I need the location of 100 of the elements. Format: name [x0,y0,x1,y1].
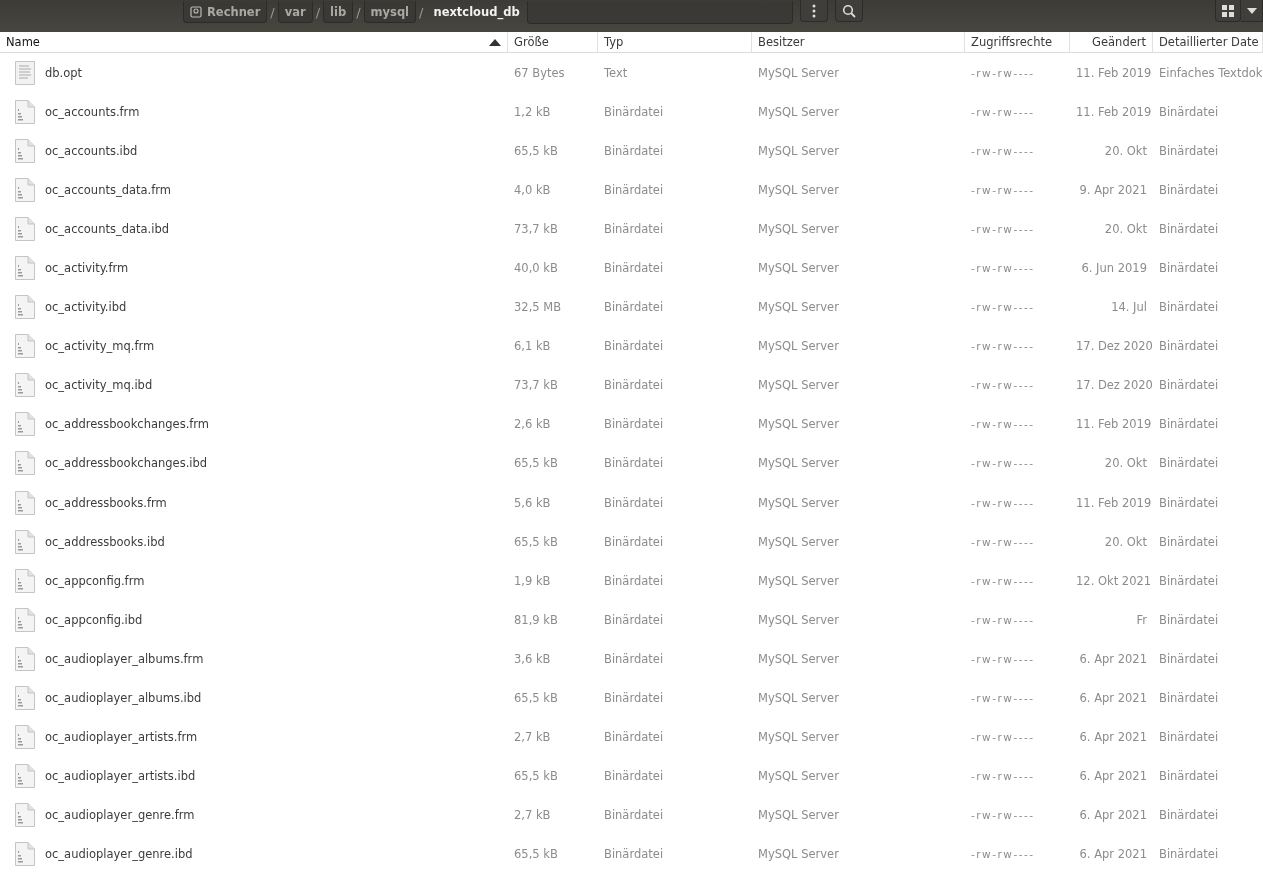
table-cell-text: -rw-rw---- [970,144,1036,157]
table-cell-text: -rw-rw---- [970,652,1036,665]
table-cell-text: MySQL Server [757,65,840,80]
table-cell-text: Binärdatei [1158,691,1220,706]
file-name: oc_audioplayer_genre.frm [45,808,195,823]
table-cell-text: 4,0 kB [513,182,552,197]
table-cell-text: Binärdatei [1158,534,1220,549]
path-separator: / [314,4,322,20]
binary-file-icon [15,412,35,437]
view-options-button[interactable] [1241,0,1263,22]
binary-file-icon [15,529,35,554]
view-button[interactable] [1215,0,1241,22]
path-segment[interactable]: nextcloud_db [426,1,527,23]
table-cell-text: 6. Apr 2021 [1078,847,1148,862]
table-cell-text: MySQL Server [757,769,840,784]
table-cell-text: Binärdatei [1158,612,1220,627]
table-cell-text: 1,2 kB [513,104,552,119]
table-cell-text: MySQL Server [757,417,840,432]
binary-file-icon [15,138,35,163]
search-button[interactable] [835,0,863,22]
table-cell-text: MySQL Server [757,182,840,197]
binary-file-icon [15,607,35,632]
table-cell-text: 6. Apr 2021 [1078,730,1148,745]
table-cell-text: 6. Jun 2019 [1080,261,1148,275]
table-cell-text: Binärdatei [603,143,665,158]
table-cell-text: 17. Dez 2020 [1075,339,1153,354]
table-cell-text: Binärdatei [603,534,665,549]
table-cell-text: -rw-rw---- [970,340,1036,353]
table-cell-text: Binärdatei [603,730,665,745]
table-cell-text: 5,6 kB [513,495,552,510]
path-segment[interactable]: var [277,1,313,23]
table-cell-text: 14. Jul [1110,300,1148,315]
table-cell-text: Binärdatei [1158,300,1220,315]
table-cell-text: 12. Okt 2021 [1075,573,1153,588]
table-cell-text: 2,7 kB [513,730,552,745]
table-cell-text: Binärdatei [603,847,665,862]
table-cell-text: -rw-rw---- [970,379,1036,392]
table-cell-text: 6. Apr 2021 [1078,651,1148,666]
table-cell-text: -rw-rw---- [970,222,1036,235]
file-name: oc_accounts_data.frm [45,182,171,197]
table-cell-text: 6. Apr 2021 [1078,691,1148,706]
table-cell-text: -rw-rw---- [970,809,1036,822]
path-segment[interactable]: mysql [363,1,417,23]
binary-file-icon [15,334,35,359]
table-cell-text: Binärdatei [603,456,665,471]
table-cell-text: 6,1 kB [513,339,552,354]
table-cell-text: 65,5 kB [513,847,559,862]
binary-file-icon [15,177,35,202]
path-separator: / [418,4,425,20]
table-cell-text: -rw-rw---- [970,105,1036,118]
table-cell-text: -rw-rw---- [970,183,1036,196]
binary-file-icon [15,99,35,124]
path-segment[interactable]: Rechner [183,1,268,23]
table-cell-text: MySQL Server [757,221,840,236]
binary-file-icon [15,686,35,711]
table-cell-text: Text [603,65,629,80]
file-name: oc_activity_mq.frm [45,339,155,354]
table-cell-text: 65,5 kB [513,769,559,784]
table-cell-text: 20. Okt [1103,534,1148,549]
table-cell-text: Binärdatei [1158,104,1220,119]
table-cell-text: -rw-rw---- [970,418,1036,431]
drive-icon [190,5,202,18]
table-cell-text: MySQL Server [757,691,840,706]
table-cell-text: 11. Feb 2019 [1075,495,1153,510]
table-cell-text: MySQL Server [757,847,840,862]
table-cell-text: 2,6 kB [513,417,552,432]
file-name: oc_activity_mq.ibd [45,378,153,393]
file-name: oc_audioplayer_artists.frm [45,730,198,745]
table-cell-text: Binärdatei [1158,847,1220,862]
table-cell-text: MySQL Server [757,573,840,588]
file-name: oc_addressbooks.frm [45,495,167,510]
binary-file-icon [15,568,35,593]
table-cell-text: Binärdatei [1158,808,1220,823]
file-name: oc_addressbookchanges.frm [45,417,210,432]
menu-button[interactable] [800,0,828,22]
file-name: oc_accounts.frm [45,104,140,119]
table-cell-text: 73,7 kB [513,221,559,236]
table-cell-text: Binärdatei [603,417,665,432]
table-cell-text: -rw-rw---- [970,301,1036,314]
table-cell-text: Binärdatei [603,182,665,197]
table-cell-text: 20. Okt [1103,143,1148,158]
file-name: oc_appconfig.frm [45,573,145,588]
table-cell-text: Binärdatei [603,221,665,236]
table-cell-text: 65,5 kB [513,691,559,706]
table-cell-text: 11. Feb 2019 [1075,65,1153,80]
table-cell-text: Binärdatei [1158,261,1220,275]
table-cell-text: Binärdatei [1158,143,1220,158]
table-cell-text: -rw-rw---- [970,613,1036,626]
file-name: oc_addressbookchanges.ibd [45,456,208,471]
table-cell-text: -rw-rw---- [970,848,1036,861]
file-name: oc_addressbooks.ibd [45,534,165,549]
table-cell-text: Binärdatei [603,104,665,119]
table-cell-text: MySQL Server [757,651,840,666]
table-cell-text: -rw-rw---- [970,496,1036,509]
table-cell-text: MySQL Server [757,730,840,745]
path-segment[interactable]: lib [323,1,354,23]
table-cell-text: 6. Apr 2021 [1078,769,1148,784]
table-cell-text: 20. Okt [1103,221,1148,236]
table-cell-text: Binärdatei [1158,456,1220,471]
table-cell-text: 81,9 kB [513,612,559,627]
